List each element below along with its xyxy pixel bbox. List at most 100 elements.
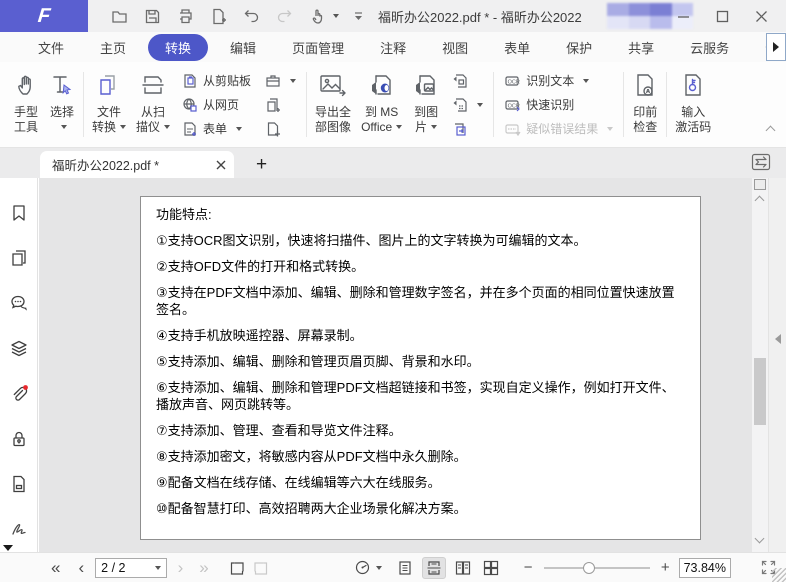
redo-button[interactable] (275, 7, 294, 26)
scroll-down-arrow[interactable] (754, 533, 765, 544)
swap-pages-button[interactable] (452, 118, 483, 139)
recognize-text-button[interactable]: OCR 识别文本 (504, 70, 613, 91)
feature-item: ④支持手机放映遥控器、屏幕录制。 (156, 328, 363, 343)
foxit-logo[interactable]: F (0, 0, 88, 32)
tab-convert[interactable]: 转换 (148, 33, 209, 61)
tab-view[interactable]: 视图 (428, 34, 482, 61)
zoom-percent-input[interactable]: 73.84% (678, 557, 731, 578)
tab-comment[interactable]: 注释 (366, 34, 420, 61)
comments-panel-button[interactable] (0, 281, 38, 326)
form-button[interactable]: 表单 (182, 118, 251, 139)
facing-pages-icon (455, 560, 470, 575)
combine-files-button[interactable] (265, 94, 296, 115)
close-button[interactable] (755, 10, 768, 23)
swap-arrows-icon (751, 153, 771, 171)
security-panel-button[interactable] (0, 416, 38, 461)
from-scanner-button[interactable]: 从扫 描仪 (131, 62, 175, 147)
file-convert-button[interactable]: 文件 转换 (87, 62, 131, 147)
export-all-images-button[interactable]: 导出全 部图像 (310, 62, 356, 147)
tab-file[interactable]: 文件 (24, 34, 78, 61)
zoom-slider[interactable] (543, 561, 650, 574)
attachments-panel-button[interactable] (0, 371, 38, 416)
previous-view-button[interactable] (228, 559, 246, 577)
document-view[interactable]: 功能特点: ①支持OCR图文识别，快速将扫描件、图片上的文字转换为可编辑的文本。… (39, 178, 752, 552)
maximize-button[interactable] (716, 10, 729, 23)
undo-button[interactable] (242, 7, 261, 26)
touch-mode-caret (333, 14, 339, 18)
open-file-button[interactable] (110, 7, 129, 26)
touch-mode-button[interactable] (308, 7, 339, 26)
vertical-scrollbar[interactable] (752, 178, 768, 552)
last-page-button[interactable]: » (194, 559, 213, 576)
swap-panels-button[interactable] (750, 151, 772, 176)
paperclip-icon (13, 384, 28, 401)
layers-icon (10, 341, 27, 357)
to-text-caret (477, 102, 484, 107)
single-page-icon (399, 560, 411, 575)
next-page-button[interactable]: › (173, 559, 189, 576)
tab-share[interactable]: 共享 (614, 34, 668, 61)
recognize-text-caret (583, 78, 590, 83)
panel-overflow-indicator[interactable] (3, 545, 13, 551)
facing-view-button[interactable] (452, 558, 474, 578)
single-page-view-button[interactable] (394, 558, 416, 578)
to-ms-office-button[interactable]: 到 MS Office (356, 62, 407, 147)
select-text-icon (53, 76, 72, 95)
foxit-logo-glyph: F (36, 4, 52, 27)
tab-page-management[interactable]: 页面管理 (278, 34, 358, 61)
scrollbar-split-box[interactable] (754, 179, 766, 190)
select-tool-button[interactable]: 选择 (44, 62, 80, 147)
zoom-out-button[interactable]: − (519, 560, 538, 575)
pages-panel-button[interactable] (0, 235, 38, 280)
hand-tool-button[interactable]: 手型 工具 (8, 62, 44, 147)
print-button[interactable] (176, 7, 195, 26)
ribbon-collapse-button[interactable] (765, 122, 776, 137)
from-web-button[interactable]: 从网页 (182, 94, 251, 115)
page-number-box[interactable]: 2 / 2 (95, 557, 167, 578)
continuous-view-button[interactable] (421, 556, 446, 579)
from-clipboard-button[interactable]: 从剪贴板 (182, 70, 251, 91)
tab-home[interactable]: 主页 (86, 34, 140, 61)
expand-right-panel-handle[interactable] (775, 334, 781, 344)
layers-panel-button[interactable] (0, 326, 38, 371)
save-button[interactable] (143, 7, 162, 26)
to-other-format-button[interactable] (452, 70, 483, 91)
tab-protect[interactable]: 保护 (552, 34, 606, 61)
first-page-button[interactable]: « (46, 559, 65, 576)
view-rotate-button[interactable] (354, 559, 382, 576)
next-view-button (252, 559, 270, 577)
portfolio-button[interactable] (265, 70, 297, 91)
convert-extra-group (445, 62, 490, 147)
window-resize-grip[interactable] (772, 568, 786, 582)
zoom-in-button[interactable]: + (656, 560, 675, 575)
continuous-facing-view-button[interactable] (480, 558, 502, 578)
new-document-button[interactable] (209, 7, 228, 26)
activation-code-button[interactable]: 输入 激活码 (670, 62, 716, 147)
bookmarks-panel-button[interactable] (0, 190, 38, 235)
page-box-caret (154, 565, 161, 570)
to-image-button[interactable]: 到图片 (407, 62, 445, 147)
feature-item: ①支持OCR图文识别，快速将扫描件、图片上的文字转换为可编辑的文本。 (156, 233, 587, 248)
minimize-button[interactable] (677, 10, 690, 23)
ocr-group: OCR 识别文本 OCR 快速识别 疑似错误结果 (497, 62, 620, 147)
page-field-icon (12, 475, 25, 493)
preflight-button[interactable]: 印前 检查 (627, 62, 663, 147)
to-text-button[interactable] (452, 94, 484, 115)
document-tab[interactable]: 福昕办公2022.pdf * (40, 151, 234, 178)
zoom-slider-thumb[interactable] (582, 561, 595, 574)
tab-cloud-service[interactable]: 云服务 (676, 34, 743, 61)
scrollbar-thumb[interactable] (754, 358, 766, 425)
tab-form[interactable]: 表单 (490, 34, 544, 61)
previous-page-button[interactable]: ‹ (73, 559, 89, 576)
tab-edit[interactable]: 编辑 (216, 34, 270, 61)
ribbon-separator (83, 72, 84, 137)
blank-page-button[interactable] (265, 118, 296, 139)
destinations-panel-button[interactable] (0, 462, 38, 507)
close-tab-icon[interactable] (216, 160, 226, 170)
tab-scroll-right-button[interactable] (766, 33, 786, 61)
scroll-up-arrow[interactable] (754, 195, 765, 206)
customize-toolbar-button[interactable] (353, 11, 364, 22)
previous-view-icon (230, 561, 244, 575)
new-tab-button[interactable]: + (250, 152, 273, 178)
quick-recognize-button[interactable]: OCR 快速识别 (504, 94, 613, 115)
